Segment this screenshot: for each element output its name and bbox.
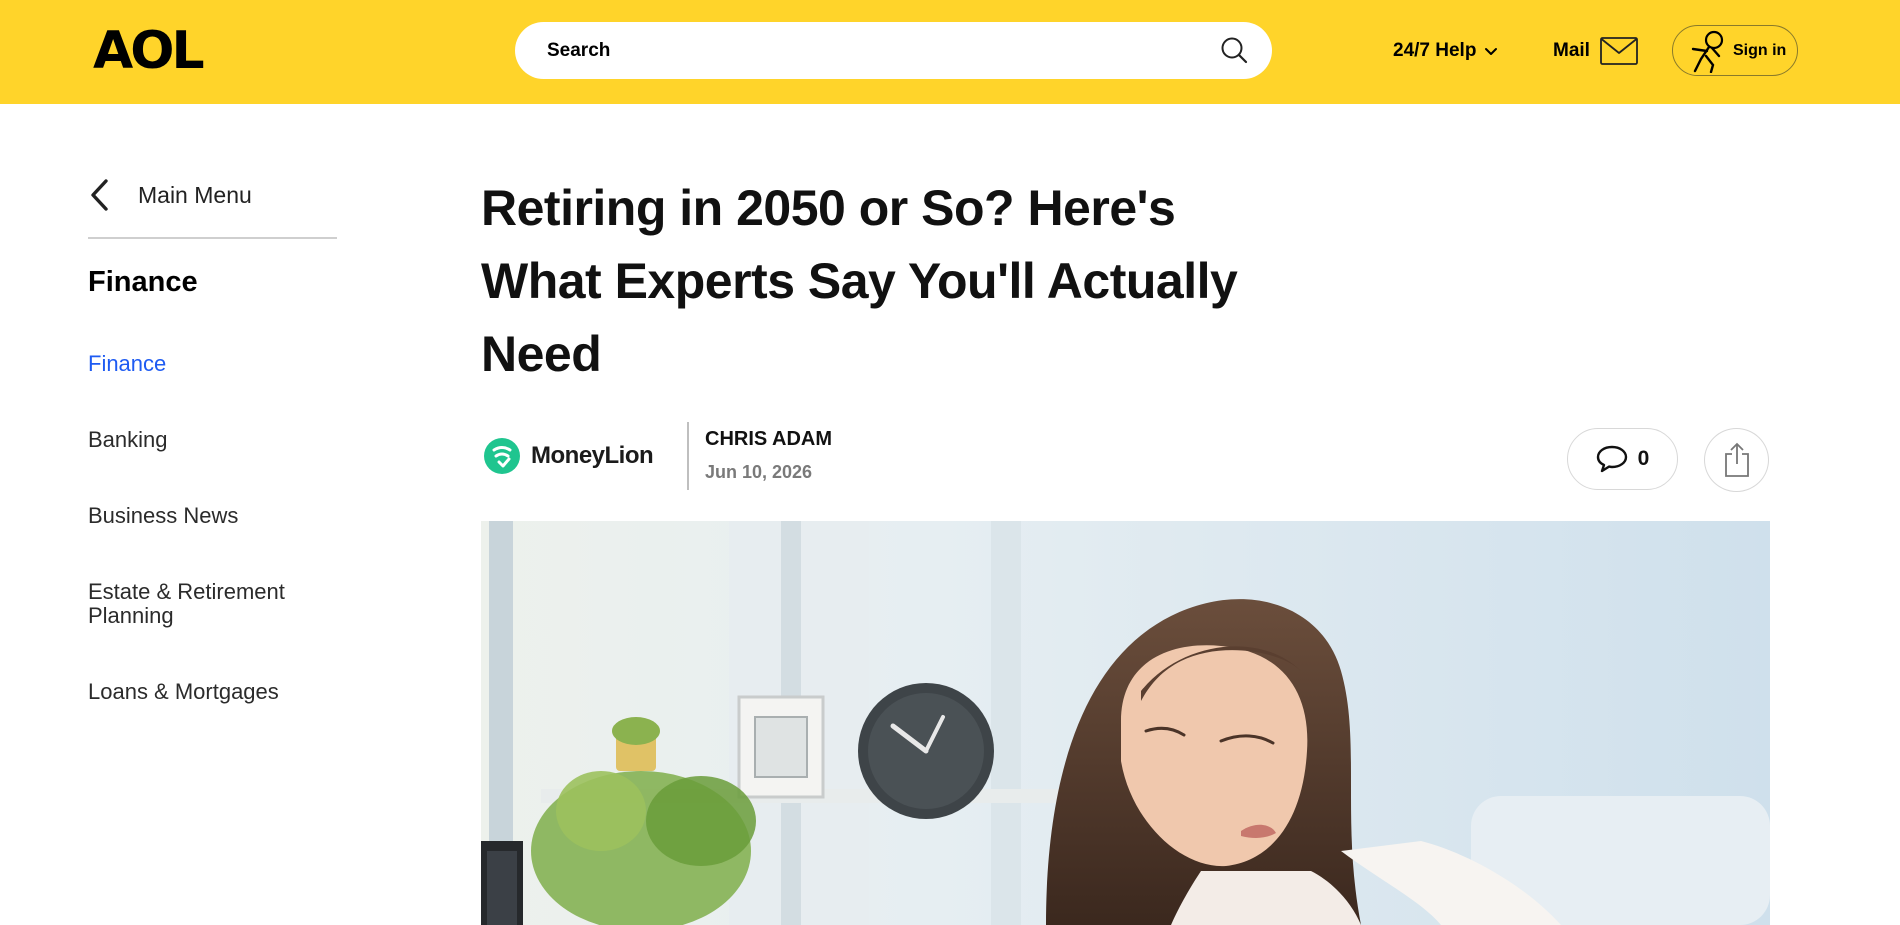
speech-bubble-icon [1596,445,1627,473]
sidebar-item-business-news[interactable]: Business News [88,504,338,528]
sign-in-label: Sign in [1733,41,1787,59]
chevron-down-icon [1485,48,1498,55]
search-input[interactable] [547,22,1187,79]
article-byline: MoneyLion CHRIS ADAM Jun 10, 2026 0 [481,422,1771,492]
byline-divider [687,422,689,490]
main-menu-label: Main Menu [138,181,252,208]
hero-photo [481,521,1770,925]
sidebar-item-loans-mortgages[interactable]: Loans & Mortgages [88,680,338,704]
source-name: MoneyLion [531,442,654,469]
search-button[interactable] [1218,35,1250,67]
sidebar-item-banking[interactable]: Banking [88,428,338,452]
author-name[interactable]: CHRIS ADAM [705,428,832,451]
site-header: AOL 24/7 Help Mail Sign in [0,0,1900,104]
mail-link[interactable]: Mail [1553,34,1638,68]
sidebar-item-finance[interactable]: Finance [88,352,338,376]
aol-logo[interactable]: AOL [93,24,205,78]
envelope-icon [1600,37,1638,65]
main-menu-back-button[interactable]: Main Menu [88,170,338,220]
comments-count: 0 [1637,447,1650,470]
moneylion-logo [484,438,520,474]
sign-in-button[interactable]: Sign in [1672,25,1798,76]
article-hero-image [481,521,1770,925]
help-label: 24/7 Help [1393,40,1477,61]
sidebar-item-estate-retirement-planning[interactable]: Estate & Retirement Planning [88,580,313,628]
chevron-left-icon [91,179,108,211]
sidebar-section-heading: Finance [88,266,198,298]
astronaut-icon [1691,30,1724,73]
share-icon [1724,442,1749,477]
mail-label: Mail [1553,40,1590,61]
article-title: Retiring in 2050 or So? Here's What Expe… [481,180,1238,382]
sidebar-divider [88,237,337,239]
share-button[interactable] [1704,428,1769,492]
search-icon [1221,37,1248,64]
help-menu-button[interactable]: 24/7 Help [1393,36,1500,66]
search-bar [515,22,1272,79]
publish-date: Jun 10, 2026 [705,462,813,482]
source-link[interactable]: MoneyLion [483,437,654,475]
comments-button[interactable]: 0 [1567,428,1678,490]
